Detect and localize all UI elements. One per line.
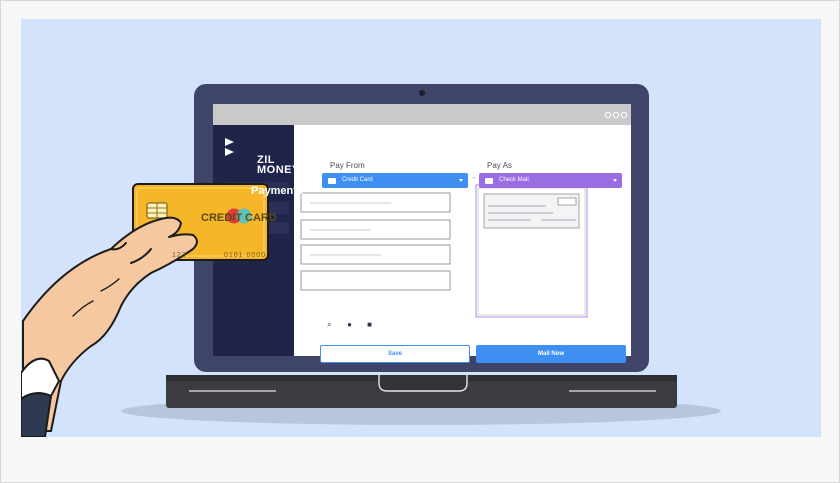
pay-from-value: Credit Card xyxy=(342,177,373,183)
save-button[interactable]: Save xyxy=(320,345,470,363)
check-mail-icon xyxy=(485,178,493,184)
mail-now-button[interactable]: Mail Now xyxy=(476,345,626,363)
credit-card-icon xyxy=(328,178,336,184)
sidebar-item-payments[interactable]: Payments xyxy=(251,185,303,197)
pay-as-value: Check Mail xyxy=(499,177,529,183)
card-number-end: 0101 0000 xyxy=(224,252,267,259)
browser-bar xyxy=(213,104,631,125)
pay-as-select[interactable]: Check Mail xyxy=(479,173,622,188)
pay-from-select[interactable]: Credit Card xyxy=(322,173,468,188)
pay-from-label: Pay From xyxy=(330,161,365,170)
frame: ZIL MONEY Payments Pay From Pay As Credi… xyxy=(0,0,840,483)
brand-line-2: MONEY xyxy=(257,164,300,176)
card-title: CREDIT CARD xyxy=(201,212,277,224)
calculator-icon[interactable]: ■ xyxy=(365,320,374,329)
illustration-scene: ZIL MONEY Payments Pay From Pay As Credi… xyxy=(21,19,821,437)
check-preview xyxy=(475,184,588,318)
card-number-start: 123 xyxy=(172,252,187,259)
trackpad-notch xyxy=(378,375,468,392)
pay-as-label: Pay As xyxy=(487,161,512,170)
chip-icon xyxy=(146,202,168,219)
chevron-down-icon xyxy=(459,179,463,182)
comment-icon[interactable]: ● xyxy=(345,320,354,329)
arrow-right-icon: → xyxy=(470,174,477,181)
camera-icon xyxy=(419,90,425,96)
paperclip-icon[interactable]: ⌕ xyxy=(325,320,334,329)
illustration-art xyxy=(21,84,721,437)
chevron-down-icon xyxy=(613,179,617,182)
